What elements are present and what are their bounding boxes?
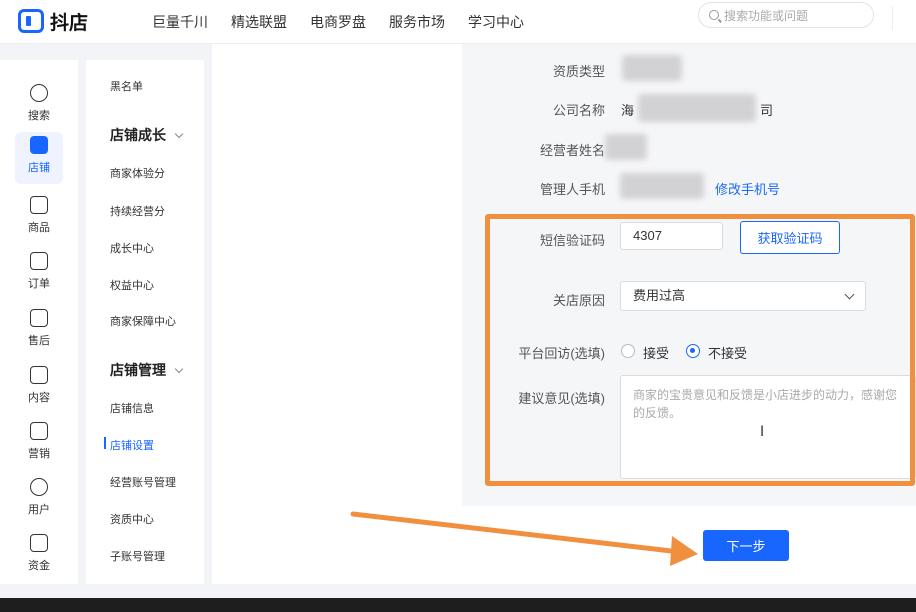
company-name-prefix: 海 bbox=[621, 103, 635, 118]
redacted-qualification-type bbox=[622, 55, 682, 81]
change-phone-link[interactable]: 修改手机号 bbox=[715, 179, 780, 198]
admin-phone-label: 管理人手机 bbox=[539, 182, 605, 197]
submenu-item-benefits-center[interactable]: 权益中心 bbox=[110, 277, 154, 293]
nav-item-learning[interactable]: 学习中心 bbox=[468, 12, 524, 32]
rail-item-shop[interactable]: 店铺 bbox=[15, 132, 63, 184]
topbar-divider bbox=[892, 6, 910, 30]
rail-item-users[interactable]: 用户 bbox=[0, 474, 78, 526]
nav-item-service-market[interactable]: 服务市场 bbox=[389, 12, 445, 32]
taskbar-strip bbox=[0, 598, 916, 612]
chevron-down-icon bbox=[174, 129, 184, 139]
qualification-type-label: 资质类型 bbox=[552, 64, 605, 79]
order-icon bbox=[30, 252, 48, 270]
logo-text: 抖店 bbox=[50, 12, 89, 34]
search-placeholder: 搜索功能或问题 bbox=[724, 8, 809, 23]
submenu-item-sub-accounts[interactable]: 子账号管理 bbox=[110, 548, 165, 564]
operator-name-label: 经营者姓名 bbox=[539, 143, 605, 158]
submenu-item-shop-info[interactable]: 店铺信息 bbox=[110, 400, 154, 416]
submenu-item-experience-score[interactable]: 商家体验分 bbox=[110, 165, 165, 181]
tv-icon bbox=[30, 366, 48, 384]
content-area bbox=[212, 44, 462, 584]
submenu-item-shop-settings[interactable]: 店铺设置 bbox=[110, 437, 154, 453]
rail-label: 内容 bbox=[28, 392, 50, 404]
rail-item-orders[interactable]: 订单 bbox=[0, 248, 78, 300]
nav-item-qianchuan[interactable]: 巨量千川 bbox=[152, 12, 208, 32]
annotation-arrow-icon bbox=[350, 511, 698, 566]
rail-item-goods[interactable]: 商品 bbox=[0, 192, 78, 244]
highlight-box bbox=[485, 214, 915, 486]
submenu-item-qualification-center[interactable]: 资质中心 bbox=[110, 511, 154, 527]
next-step-button[interactable]: 下一步 bbox=[703, 530, 789, 561]
redacted-operator-name bbox=[605, 134, 647, 160]
search-icon bbox=[30, 84, 48, 102]
search-input[interactable]: 搜索功能或问题 bbox=[698, 2, 874, 28]
submenu-item-guarantee-center[interactable]: 商家保障中心 bbox=[110, 313, 176, 329]
rail-item-search[interactable]: 搜索 bbox=[0, 80, 78, 132]
rail-label: 商品 bbox=[28, 222, 50, 234]
chevron-down-icon bbox=[174, 364, 184, 374]
rail-item-funds[interactable]: 资金 bbox=[0, 530, 78, 582]
redacted-company-name bbox=[638, 94, 756, 122]
submenu-group-management[interactable]: 店铺管理 bbox=[110, 360, 184, 380]
submenu-item-growth-center[interactable]: 成长中心 bbox=[110, 240, 154, 256]
after-sale-icon bbox=[30, 309, 48, 327]
logo[interactable]: 抖店 bbox=[18, 6, 88, 36]
rail-label: 店铺 bbox=[28, 162, 50, 174]
rail-item-after-sale[interactable]: 售后 bbox=[0, 305, 78, 357]
wallet-icon bbox=[30, 534, 48, 552]
submenu-group-title: 店铺管理 bbox=[110, 362, 166, 378]
user-icon bbox=[30, 478, 48, 496]
rail-label: 售后 bbox=[28, 335, 50, 347]
rail-item-marketing[interactable]: 营销 bbox=[0, 418, 78, 470]
rail-label: 营销 bbox=[28, 448, 50, 460]
rail-label: 资金 bbox=[28, 560, 50, 572]
submenu-group-growth[interactable]: 店铺成长 bbox=[110, 125, 184, 145]
top-bar: 抖店 巨量千川 精选联盟 电商罗盘 服务市场 学习中心 搜索功能或问题 bbox=[0, 0, 916, 44]
nav-item-compass[interactable]: 电商罗盘 bbox=[310, 12, 366, 32]
secondary-menu: 黑名单 店铺成长 商家体验分 持续经营分 成长中心 权益中心 商家保障中心 店铺… bbox=[86, 60, 204, 584]
rail-label: 订单 bbox=[28, 278, 50, 290]
search-icon bbox=[709, 10, 719, 20]
submenu-item-operating-score[interactable]: 持续经营分 bbox=[110, 203, 165, 219]
logo-icon bbox=[18, 9, 44, 33]
submenu-item-account-management[interactable]: 经营账号管理 bbox=[110, 474, 176, 490]
redacted-admin-phone bbox=[620, 173, 704, 199]
top-nav: 巨量千川 精选联盟 电商罗盘 服务市场 学习中心 bbox=[152, 0, 547, 44]
bag-icon bbox=[30, 196, 48, 214]
megaphone-icon bbox=[30, 422, 48, 440]
rail-item-content[interactable]: 内容 bbox=[0, 362, 78, 414]
company-name-suffix: 司 bbox=[760, 103, 774, 118]
company-name-label: 公司名称 bbox=[552, 103, 605, 118]
left-rail: 搜索 店铺 商品 订单 售后 内容 营销 用户 资金 bbox=[0, 60, 78, 584]
active-indicator bbox=[104, 437, 106, 449]
nav-item-alliance[interactable]: 精选联盟 bbox=[231, 12, 287, 32]
rail-label: 搜索 bbox=[28, 110, 50, 122]
shop-icon bbox=[30, 136, 48, 154]
submenu-item-blacklist[interactable]: 黑名单 bbox=[110, 78, 143, 94]
rail-label: 用户 bbox=[28, 504, 50, 516]
submenu-group-title: 店铺成长 bbox=[110, 127, 166, 143]
